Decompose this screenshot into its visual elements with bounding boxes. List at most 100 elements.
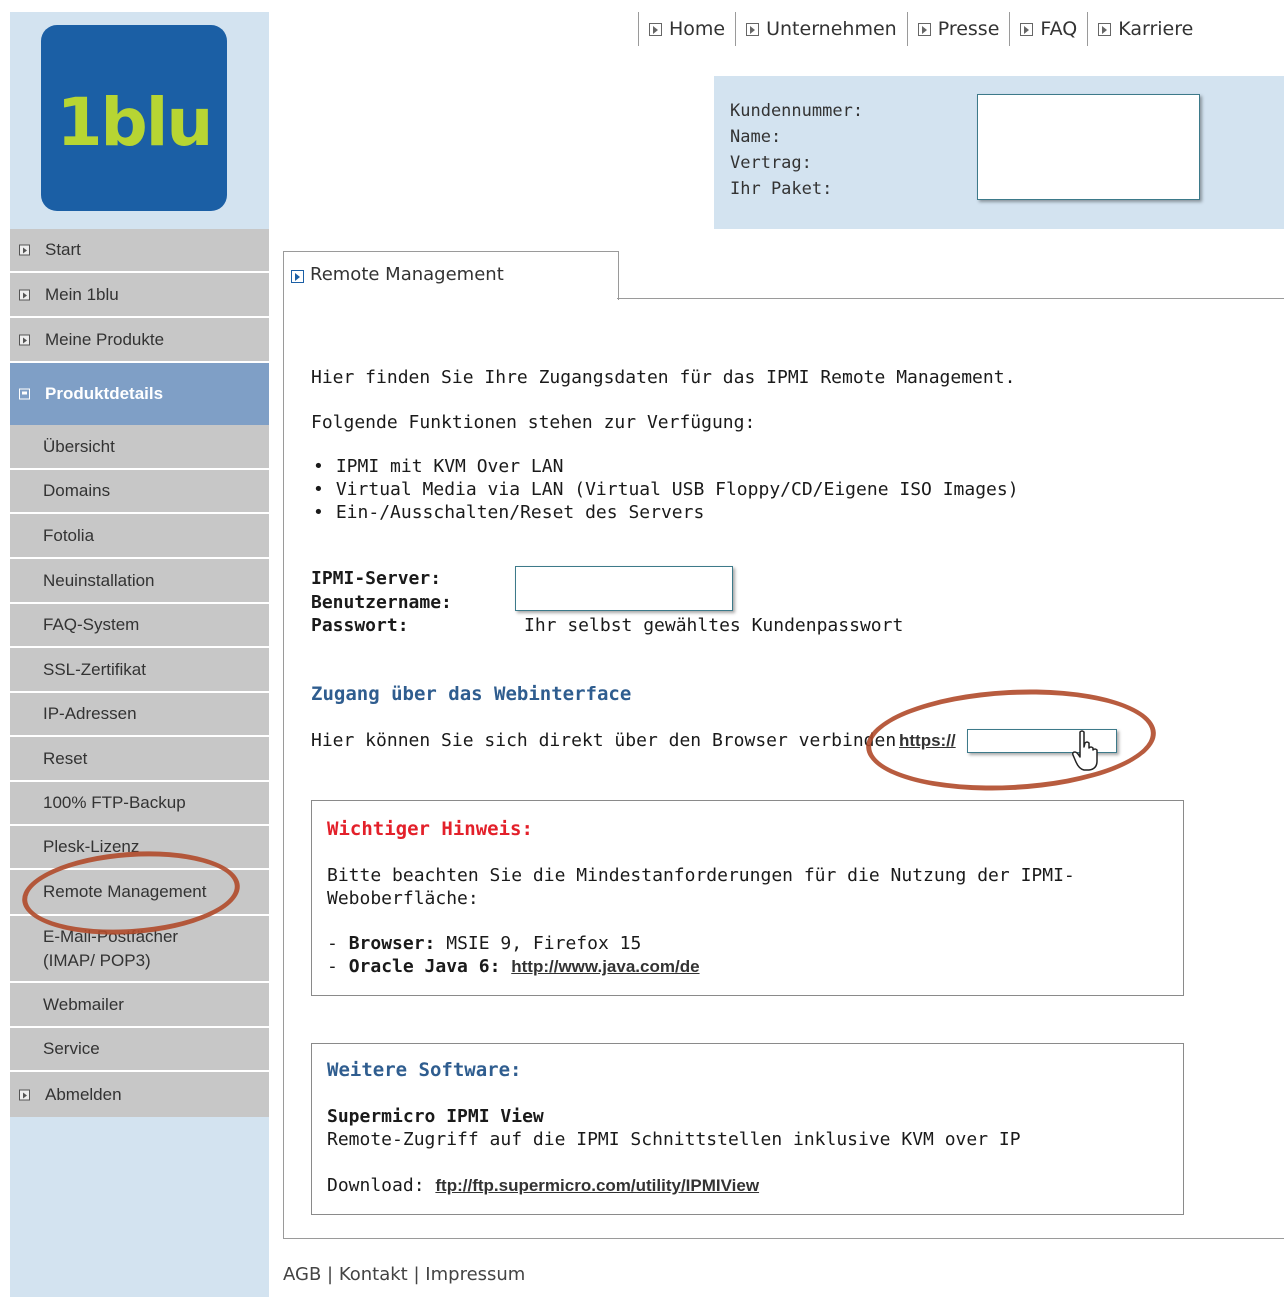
arrow-box-icon — [917, 22, 931, 36]
java-label: Oracle Java 6: — [348, 956, 501, 977]
webinterface-heading: Zugang über das Webinterface — [311, 683, 632, 705]
logo-text: 1blu — [56, 83, 214, 161]
sidebar-item-label: Domains — [43, 481, 111, 500]
password-label: Passwort: — [311, 615, 409, 636]
sidebar-item-ip-adressen[interactable]: IP-Adressen — [10, 693, 269, 737]
highlight-ellipse — [863, 682, 1159, 798]
browser-requirement: - Browser: MSIE 9, Firefox 15 — [327, 933, 642, 954]
footer-link-kontakt[interactable]: Kontakt — [339, 1264, 408, 1285]
nav-label: Presse — [937, 18, 1000, 40]
download-link[interactable]: ftp://ftp.supermicro.com/utility/IPMIVie… — [435, 1176, 759, 1195]
webinterface-text: Hier können Sie sich direkt über den Bro… — [311, 730, 908, 751]
sidebar-item-webmailer[interactable]: Webmailer — [10, 983, 269, 1028]
ipmi-server-label: IPMI-Server: — [311, 568, 442, 589]
arrow-box-icon — [19, 289, 30, 300]
browser-label: Browser: — [348, 933, 436, 954]
nav-label: Unternehmen — [766, 18, 897, 40]
sidebar-item-label: Abmelden — [45, 1084, 122, 1104]
panel-border — [283, 299, 284, 1239]
panel-border — [283, 1238, 1284, 1239]
username-label: Benutzername: — [311, 592, 452, 613]
footer-separator: | — [327, 1264, 334, 1285]
nav-home[interactable]: Home — [638, 12, 735, 46]
nav-label: Karriere — [1118, 18, 1194, 40]
nav-faq[interactable]: FAQ — [1009, 12, 1087, 46]
software-download: Download: ftp://ftp.supermicro.com/utili… — [327, 1175, 759, 1196]
list-item: Virtual Media via LAN (Virtual USB Flopp… — [311, 478, 1019, 501]
features-intro: Folgende Funktionen stehen zur Verfügung… — [311, 412, 756, 433]
customer-name-label: Name: — [730, 127, 782, 147]
sidebar-item-label: IP-Adressen — [43, 704, 137, 723]
sidebar-item-label: Übersicht — [43, 436, 115, 456]
sidebar-item-produktdetails[interactable]: Produktdetails — [10, 363, 269, 425]
sidebar-item-label: Neuinstallation — [43, 570, 155, 590]
sidebar-item-label: Start — [45, 240, 81, 259]
content-tab-label: Remote Management — [291, 264, 504, 285]
sidebar-item-label: Fotolia — [43, 525, 95, 545]
java-requirement: - Oracle Java 6: http://www.java.com/de — [327, 956, 700, 977]
sidebar-item-label: Meine Produkte — [45, 329, 165, 349]
sidebar-item-label: SSL-Zertifikat — [43, 659, 146, 679]
list-item: Ein-/Ausschalten/Reset des Servers — [311, 501, 1019, 524]
tab-title: Remote Management — [310, 264, 504, 285]
sidebar-item-service[interactable]: Service — [10, 1028, 269, 1072]
sidebar-item-reset[interactable]: Reset — [10, 737, 269, 782]
sidebar-item-faq-system[interactable]: FAQ-System — [10, 604, 269, 648]
sidebar-item-label: Service — [43, 1039, 100, 1058]
java-link[interactable]: http://www.java.com/de — [511, 957, 699, 976]
software-description: Remote-Zugriff auf die IPMI Schnittstell… — [327, 1129, 1021, 1150]
footer: AGB | Kontakt | Impressum — [283, 1264, 525, 1285]
sidebar-item-label: FAQ-System — [43, 615, 140, 634]
nav-karriere[interactable]: Karriere — [1087, 12, 1201, 46]
notice-title: Wichtiger Hinweis: — [327, 818, 533, 840]
sidebar-item-label: Mein 1blu — [45, 284, 119, 304]
download-label: Download: — [327, 1175, 425, 1196]
hand-cursor-icon — [1072, 730, 1098, 771]
arrow-box-icon — [19, 244, 30, 256]
customer-info-redacted-field — [977, 94, 1200, 200]
sidebar-item-mein-1blu[interactable]: Mein 1blu — [10, 273, 269, 318]
sidebar-item-domains[interactable]: Domains — [10, 470, 269, 514]
customer-info-labels: Kundennummer: Name: Vertrag: Ihr Paket: — [730, 98, 863, 202]
sidebar-item-label: Webmailer — [43, 994, 124, 1014]
logo-area: 1blu — [10, 12, 269, 229]
nav-unternehmen[interactable]: Unternehmen — [735, 12, 907, 46]
customer-number-label: Kundennummer: — [730, 101, 864, 121]
contract-label: Vertrag: — [730, 153, 812, 173]
nav-label: FAQ — [1040, 18, 1078, 40]
software-name: Supermicro IPMI View — [327, 1106, 544, 1127]
sidebar-item-ftp-backup[interactable]: 100% FTP-Backup — [10, 782, 269, 826]
arrow-box-icon — [291, 270, 304, 283]
arrow-box-icon — [1020, 22, 1034, 36]
notice-text: Bitte beachten Sie die Mindestanforderun… — [327, 865, 1075, 909]
password-value: Ihr selbst gewähltes Kundenpasswort — [524, 615, 904, 636]
nav-label: Home — [669, 18, 726, 40]
tab-divider — [617, 298, 1284, 299]
sidebar-item-abmelden[interactable]: Abmelden — [10, 1072, 269, 1117]
sidebar-item-fotolia[interactable]: Fotolia — [10, 514, 269, 559]
arrow-box-icon — [649, 22, 662, 36]
brand-logo[interactable]: 1blu — [41, 25, 227, 211]
credentials-redacted-field — [515, 566, 733, 611]
browser-value: MSIE 9, Firefox 15 — [446, 933, 642, 954]
expanded-box-icon — [19, 388, 30, 400]
sidebar-item-meine-produkte[interactable]: Meine Produkte — [10, 318, 269, 363]
footer-link-agb[interactable]: AGB — [283, 1264, 321, 1285]
top-navigation: Home Unternehmen Presse FAQ Karriere — [638, 12, 1201, 46]
sidebar-item-uebersicht[interactable]: Übersicht — [10, 425, 269, 470]
footer-separator: | — [413, 1264, 420, 1285]
nav-presse[interactable]: Presse — [906, 12, 1010, 46]
intro-text: Hier finden Sie Ihre Zugangsdaten für da… — [311, 367, 1016, 388]
package-label: Ihr Paket: — [730, 179, 833, 199]
sidebar-item-neuinstallation[interactable]: Neuinstallation — [10, 559, 269, 604]
arrow-box-icon — [746, 22, 760, 36]
arrow-box-icon — [19, 1089, 30, 1100]
sidebar: Start Mein 1blu Meine Produkte Produktde… — [10, 229, 269, 1297]
arrow-box-icon — [1098, 22, 1112, 36]
sidebar-item-label: 100% FTP-Backup — [43, 793, 186, 812]
feature-list: IPMI mit KVM Over LAN Virtual Media via … — [311, 455, 1019, 524]
sidebar-item-label: Produktdetails — [45, 384, 164, 403]
sidebar-item-ssl-zertifikat[interactable]: SSL-Zertifikat — [10, 648, 269, 693]
footer-link-impressum[interactable]: Impressum — [425, 1264, 525, 1285]
sidebar-item-start[interactable]: Start — [10, 229, 269, 273]
